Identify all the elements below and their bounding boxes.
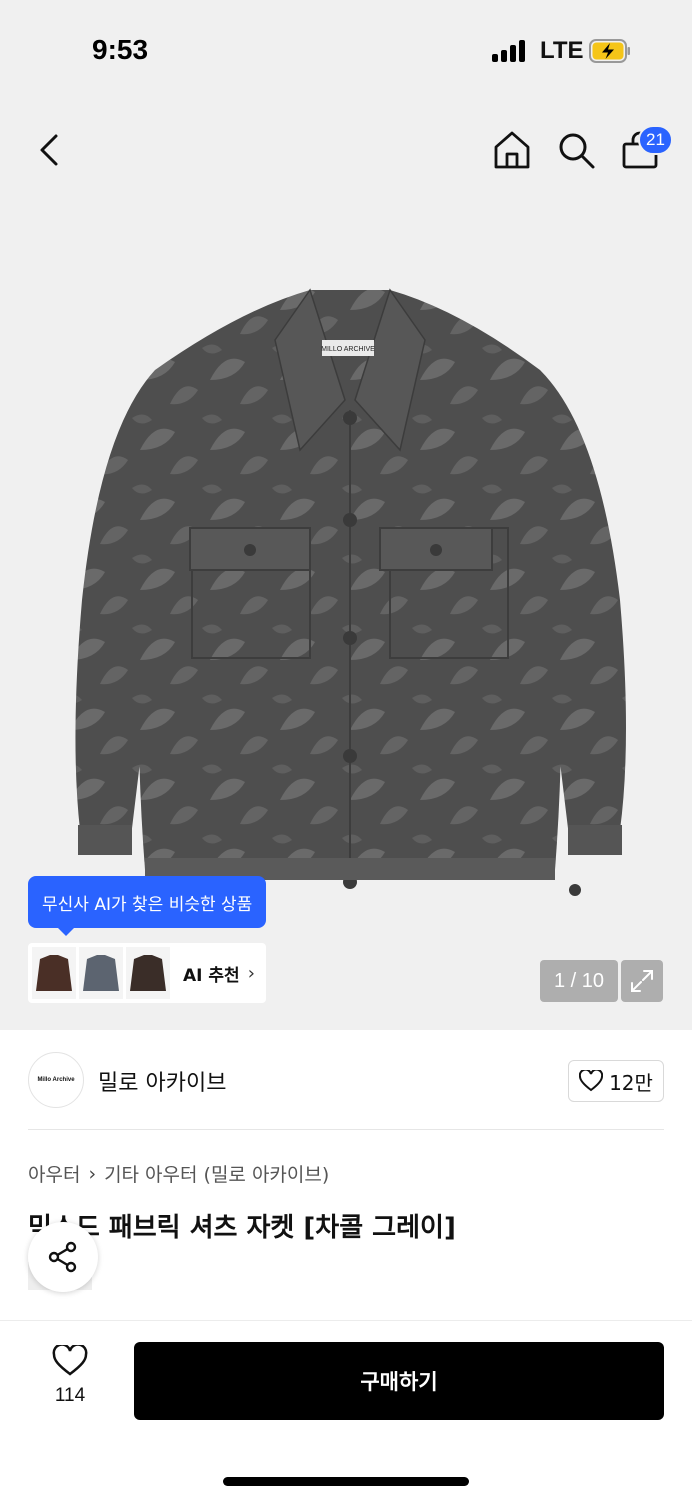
brand-like-button[interactable]: 12만 <box>568 1060 664 1102</box>
heart-outline-icon <box>52 1343 88 1376</box>
breadcrumb-subcategory[interactable]: 기타 아우터 (밀로 아카이브) <box>104 1160 329 1187</box>
ai-thumb-dark-jacket[interactable] <box>126 947 170 999</box>
ai-recommendation-card[interactable]: AI 추천 › <box>28 943 266 1003</box>
status-time: 9:53 <box>92 34 149 65</box>
cart-count-badge: 21 <box>638 125 673 155</box>
breadcrumb: 아우터 › 기타 아우터 (밀로 아카이브) <box>28 1160 329 1187</box>
top-nav <box>0 120 692 180</box>
brand-row[interactable]: Millo Archive 밀로 아카이브 12만 <box>28 1050 664 1130</box>
share-icon <box>48 1241 77 1273</box>
status-bar: 9:53 LTE <box>0 0 692 100</box>
buy-button[interactable]: 구매하기 <box>134 1342 664 1420</box>
image-pager: 1 / 10 <box>540 960 618 1002</box>
brand-logo-text: Millo Archive <box>37 1077 75 1083</box>
garment-label: MILLO ARCHIVE <box>321 346 375 353</box>
chevron-right-icon: › <box>88 1162 97 1185</box>
expand-image-button[interactable] <box>621 960 663 1002</box>
buy-button-label: 구매하기 <box>360 1370 438 1394</box>
product-photo-jacket[interactable]: MILLO ARCHIVE <box>60 270 640 930</box>
brand-like-count: 12만 <box>609 1070 653 1095</box>
home-icon[interactable] <box>492 130 532 170</box>
share-button[interactable] <box>28 1222 98 1292</box>
ai-thumb-brown-jacket[interactable] <box>32 947 76 999</box>
ai-thumb-gray-jacket[interactable] <box>79 947 123 999</box>
heart-outline-icon <box>579 1070 604 1092</box>
favorite-button[interactable]: 114 <box>40 1343 100 1425</box>
chevron-right-icon: › <box>247 962 255 984</box>
expand-icon <box>631 970 653 992</box>
network-label: LTE <box>540 37 584 64</box>
ai-similar-tooltip: 무신사 AI가 찾은 비슷한 상품 <box>28 876 267 936</box>
ai-tooltip-text: 무신사 AI가 찾은 비슷한 상품 <box>42 894 253 915</box>
brand-logo[interactable]: Millo Archive <box>28 1052 84 1108</box>
battery-charging-icon <box>589 39 630 63</box>
brand-name[interactable]: 밀로 아카이브 <box>98 1065 226 1097</box>
product-hero: 9:53 LTE 21 MILLO ARCHIVE 무신사 AI가 찾은 비슷한… <box>0 0 692 1030</box>
ai-recommendation-label[interactable]: AI 추천 <box>183 961 240 986</box>
signal-icon <box>492 40 530 62</box>
bottom-action-bar: 114 구매하기 <box>0 1320 692 1500</box>
search-icon[interactable] <box>556 130 596 170</box>
breadcrumb-category[interactable]: 아우터 <box>28 1160 80 1187</box>
home-indicator <box>223 1477 469 1486</box>
pager-text: 1 / 10 <box>553 969 605 992</box>
back-arrow-icon[interactable] <box>30 128 70 172</box>
favorite-count: 114 <box>54 1385 86 1406</box>
